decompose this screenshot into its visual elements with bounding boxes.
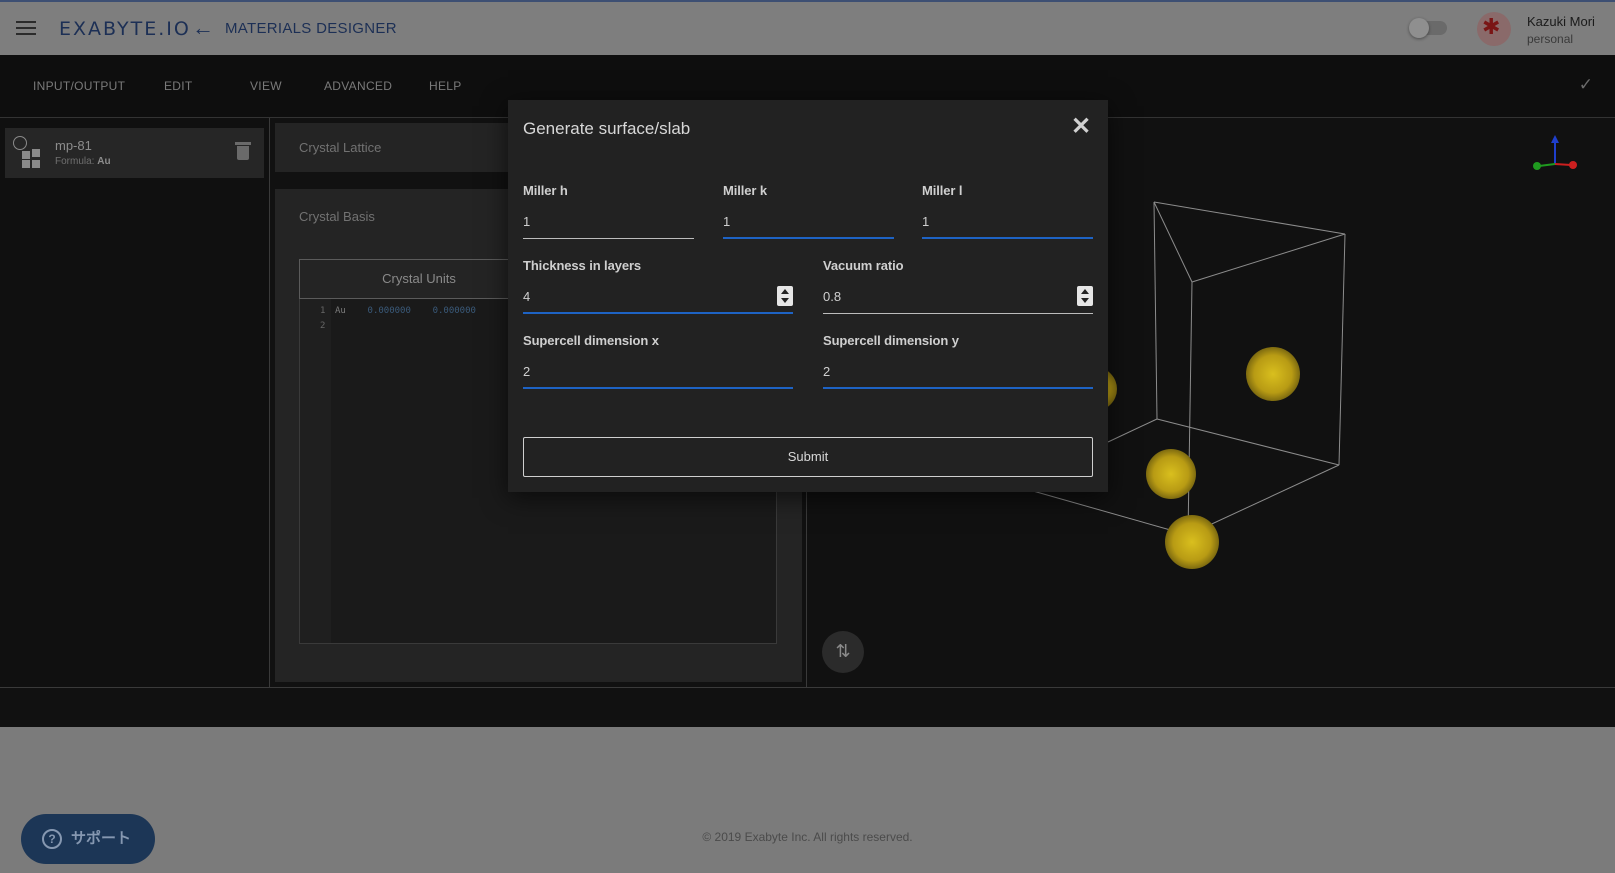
supercell-x-value: 2 <box>523 364 531 379</box>
dialog-title: Generate surface/slab <box>523 119 691 138</box>
miller-k-field[interactable]: 1 <box>723 207 894 239</box>
vacuum-stepper[interactable] <box>1077 286 1093 306</box>
close-icon[interactable]: ✕ <box>1068 114 1094 140</box>
vacuum-value: 0.8 <box>823 289 842 304</box>
menu-edit[interactable]: EDIT <box>164 79 193 93</box>
miller-h-label: Miller h <box>523 183 568 198</box>
miller-k-label: Miller k <box>723 183 767 198</box>
miller-h-value: 1 <box>523 214 531 229</box>
page-footer: © 2019 Exabyte Inc. All rights reserved.… <box>0 727 1615 873</box>
material-icon <box>13 136 43 168</box>
page-title: MATERIALS DESIGNER <box>225 20 397 37</box>
miller-l-label: Miller l <box>922 183 963 198</box>
supercell-x-field[interactable]: 2 <box>523 357 793 389</box>
line-number: 1 <box>320 306 326 316</box>
status-bar <box>0 687 1615 727</box>
theme-toggle[interactable] <box>1409 18 1447 38</box>
submit-button[interactable]: Submit <box>523 437 1093 477</box>
menu-icon[interactable] <box>16 21 36 35</box>
line-number: 2 <box>320 321 326 331</box>
menu-help[interactable]: HELP <box>429 79 462 93</box>
help-icon: ? <box>42 829 62 849</box>
thickness-value: 4 <box>523 289 531 304</box>
support-button[interactable]: ? サポート <box>21 814 155 864</box>
logo[interactable]: EXABYTE.IO <box>59 18 191 40</box>
miller-k-value: 1 <box>723 214 731 229</box>
miller-l-value: 1 <box>922 214 930 229</box>
menu-advanced[interactable]: ADVANCED <box>324 79 392 93</box>
supercell-y-label: Supercell dimension y <box>823 333 959 348</box>
user-name[interactable]: Kazuki Mori <box>1527 14 1595 29</box>
trash-icon[interactable] <box>235 142 251 160</box>
menu-input-output[interactable]: INPUT/OUTPUT <box>33 79 125 93</box>
supercell-x-label: Supercell dimension x <box>523 333 659 348</box>
check-icon[interactable]: ✓ <box>1579 75 1593 95</box>
material-name: mp-81 <box>55 138 92 153</box>
swap-icon[interactable]: ⇅ <box>822 631 864 673</box>
crystal-basis-title: Crystal Basis <box>299 209 375 224</box>
miller-l-field[interactable]: 1 <box>922 207 1093 239</box>
code-line: Au 0.000000 0.000000 <box>335 306 476 316</box>
app-header: EXABYTE.IO ← MATERIALS DESIGNER ✱ Kazuki… <box>0 0 1615 55</box>
material-formula: Formula: Au <box>55 156 111 167</box>
thickness-field[interactable]: 4 <box>523 282 793 314</box>
atom <box>1246 347 1300 401</box>
crystal-lattice-title: Crystal Lattice <box>299 140 382 155</box>
avatar[interactable]: ✱ <box>1477 12 1511 46</box>
support-label: サポート <box>71 830 132 847</box>
supercell-y-field[interactable]: 2 <box>823 357 1093 389</box>
supercell-y-value: 2 <box>823 364 831 379</box>
axes-gizmo-icon <box>1533 135 1577 170</box>
atom <box>1165 515 1219 569</box>
material-list-item[interactable]: mp-81 Formula: Au <box>5 128 264 178</box>
vacuum-label: Vacuum ratio <box>823 258 904 273</box>
user-plan: personal <box>1527 32 1574 46</box>
avatar-image: ✱ <box>1482 15 1501 40</box>
thickness-label: Thickness in layers <box>523 258 642 273</box>
vacuum-field[interactable]: 0.8 <box>823 282 1093 314</box>
generate-slab-dialog: Generate surface/slab ✕ Miller h 1 Mille… <box>508 100 1108 492</box>
miller-h-field[interactable]: 1 <box>523 207 694 239</box>
materials-sidebar: mp-81 Formula: Au <box>0 118 270 687</box>
back-arrow-icon[interactable]: ← <box>192 15 214 41</box>
atom <box>1146 449 1196 499</box>
thickness-stepper[interactable] <box>777 286 793 306</box>
editor-gutter <box>300 299 331 643</box>
menu-view[interactable]: VIEW <box>250 79 282 93</box>
tab-crystal-units[interactable]: Crystal Units <box>299 259 539 299</box>
copyright: © 2019 Exabyte Inc. All rights reserved. <box>702 830 913 844</box>
